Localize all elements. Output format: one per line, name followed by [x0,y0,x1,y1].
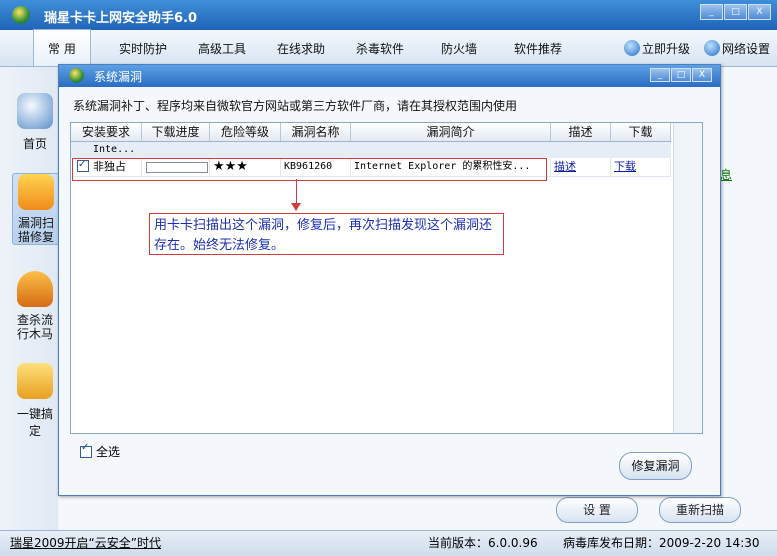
dialog-close-button[interactable]: X [692,68,712,82]
upgrade-link[interactable]: 立即升级 [624,30,690,66]
settings-button[interactable]: 设 置 [556,497,638,523]
shield-scan-icon [17,271,53,307]
promo-link[interactable]: 瑞星2009开启“云安全”时代 [10,531,161,555]
tab-advanced-tools[interactable]: 高级工具 [198,30,246,66]
annotation-arrow-head [291,203,301,211]
column-header[interactable]: 危险等级 [210,123,281,141]
one-click-icon [17,363,53,399]
minimize-button[interactable]: _ [700,4,723,20]
annotation-row-highlight [72,158,547,181]
upgrade-icon [624,40,640,56]
sidebar-item-trojan-scan[interactable]: 查杀流行木马 [12,271,58,341]
tab-online-help[interactable]: 在线求助 [277,30,325,66]
column-header[interactable]: 下载进度 [142,123,210,141]
column-header[interactable]: 安装要求 [71,123,142,141]
dialog-notice: 系统漏洞补丁、程序均来自微软官方网站或第三方软件厂商，请在其授权范围内使用 [73,99,518,113]
vulnerability-dialog: 系统漏洞 _ □ X 系统漏洞补丁、程序均来自微软官方网站或第三方软件厂商，请在… [58,64,721,496]
top-nav: 常 用 实时防护 高级工具 在线求助 杀毒软件 防火墙 软件推荐 立即升级 网络… [0,29,777,67]
sidebar-item-label: 一键搞定 [16,407,53,438]
dialog-minimize-button[interactable]: _ [650,68,670,82]
table-scrollbar[interactable] [673,123,702,433]
sidebar-item-label: 首页 [22,137,47,151]
dialog-title: 系统漏洞 [94,70,143,84]
select-all-checkbox[interactable] [80,442,92,458]
dialog-logo-icon [69,68,84,83]
tab-realtime-protection[interactable]: 实时防护 [119,30,167,66]
download-link[interactable]: 下载 [614,160,636,173]
tab-common[interactable]: 常 用 [33,29,91,66]
dialog-maximize-button[interactable]: □ [671,68,691,82]
sidebar-item-one-click[interactable]: 一键搞定 [12,363,58,439]
maximize-button[interactable]: □ [724,4,747,20]
dialog-titlebar: 系统漏洞 _ □ X [59,65,720,87]
sidebar-item-label: 漏洞扫描修复 [17,216,54,244]
close-button[interactable]: X [748,4,771,20]
home-icon [17,93,53,129]
network-settings-label: 网络设置 [722,42,771,56]
sidebar: 首页 漏洞扫描修复 查杀流行木马 一键搞定 [0,67,60,530]
main-titlebar: 瑞星卡卡上网安全助手6.0 _ □ X [0,0,777,30]
tab-firewall[interactable]: 防火墙 [441,30,477,66]
sidebar-item-home[interactable]: 首页 [4,93,66,152]
column-header[interactable]: 漏洞简介 [351,123,551,141]
rescan-button[interactable]: 重新扫描 [659,497,741,523]
network-settings-icon [704,40,720,56]
describe-link[interactable]: 描述 [554,160,576,173]
group-label: Inte... [93,144,136,155]
annotation-note: 用卡卡扫描出这个漏洞，修复后，再次扫描发现这个漏洞还存在。始终无法修复。 [149,213,504,255]
info-link[interactable]: 息 [720,166,732,183]
app-title: 瑞星卡卡上网安全助手6.0 [44,11,198,26]
select-all[interactable]: 全选 [80,442,121,460]
group-row[interactable]: Inte... [71,142,671,158]
sidebar-item-vuln-scan[interactable]: 漏洞扫描修复 [12,173,60,245]
app-logo-icon [12,6,30,24]
network-settings-link[interactable]: 网络设置 [704,30,770,66]
status-bar: 瑞星2009开启“云安全”时代 当前版本：6.0.0.96 病毒库发布日期：20… [0,530,777,556]
column-header[interactable]: 下载 [611,123,671,141]
upgrade-label: 立即升级 [642,42,691,56]
sidebar-item-label: 查杀流行木马 [16,313,53,341]
dialog-window-controls: _ □ X [650,68,712,82]
tab-software-recommend[interactable]: 软件推荐 [514,30,562,66]
shield-patch-icon [18,174,54,210]
repair-button[interactable]: 修复漏洞 [619,452,692,480]
virus-db-date: 病毒库发布日期：2009-2-20 14:30 [563,536,760,550]
download-cell: 下载 [611,158,671,176]
select-all-label: 全选 [96,445,121,459]
column-header[interactable]: 描述 [551,123,611,141]
column-header[interactable]: 漏洞名称 [281,123,351,141]
table-header: 安装要求 下载进度 危险等级 漏洞名称 漏洞简介 描述 下载 [71,123,671,142]
annotation-arrow [296,179,297,205]
window-controls: _ □ X [700,4,771,20]
describe-cell: 描述 [551,158,611,176]
tab-antivirus[interactable]: 杀毒软件 [356,30,404,66]
version-text: 当前版本：6.0.0.96 [428,536,538,550]
